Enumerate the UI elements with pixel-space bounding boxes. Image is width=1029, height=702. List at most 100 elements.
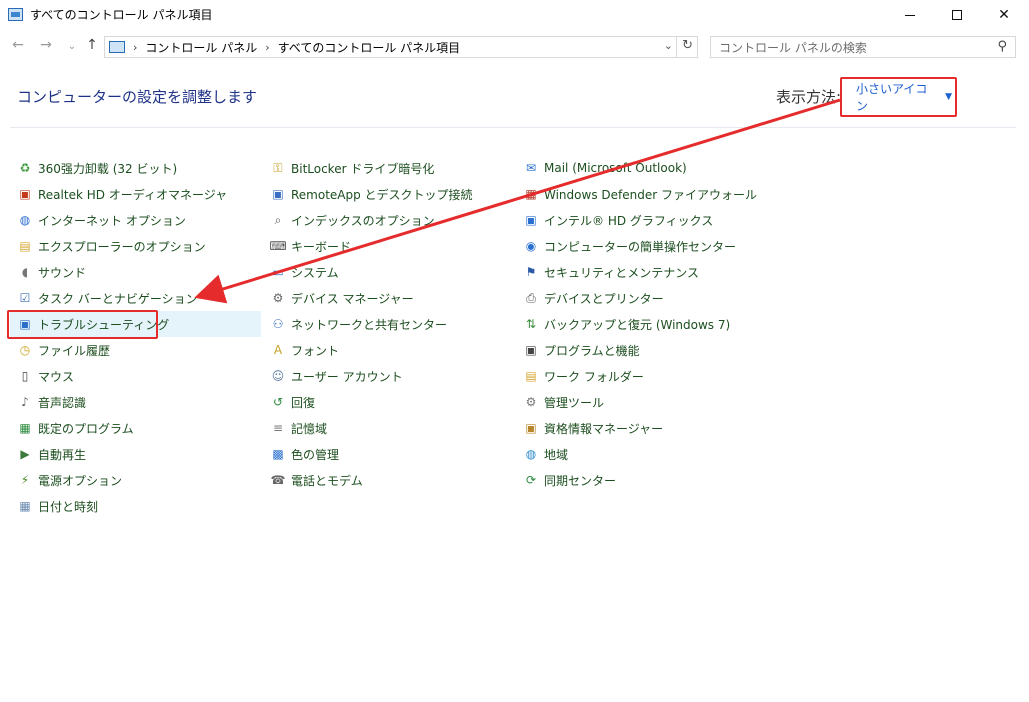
control-panel-item[interactable]: ↺ 回復	[263, 389, 514, 415]
network-icon: ⚇	[272, 317, 284, 331]
control-panel-item[interactable]: ▤ エクスプローラーのオプション	[10, 233, 261, 259]
control-panel-item[interactable]: ▯ マウス	[10, 363, 261, 389]
items-column-2: ⚿ BitLocker ドライブ暗号化 ▣ RemoteApp とデスクトップ接続 ⌕ イ…	[263, 155, 514, 493]
control-panel-item-label: システム	[291, 265, 339, 280]
address-bar[interactable]: › コントロール パネル › すべてのコントロール パネル項目 ⌄ ↻	[104, 36, 698, 58]
search-input[interactable]: コントロール パネルの検索 ⚲	[710, 36, 1016, 58]
sync-center-icon: ⟳	[525, 473, 537, 487]
control-panel-item-label: Windows Defender ファイアウォール	[544, 187, 757, 202]
control-panel-item[interactable]: ⚙ デバイス マネージャー	[263, 285, 514, 311]
search-icon[interactable]: ⚲	[997, 39, 1007, 54]
control-panel-item-label: デバイスとプリンター	[544, 291, 664, 306]
control-panel-item-label: 管理ツール	[544, 395, 605, 410]
control-panel-item-label: プログラムと機能	[544, 343, 640, 358]
control-panel-item[interactable]: ☺ ユーザー アカウント	[263, 363, 514, 389]
forward-arrow-icon[interactable]: →	[36, 37, 56, 53]
control-panel-item[interactable]: ▦ Windows Defender ファイアウォール	[516, 181, 767, 207]
breadcrumb-control-panel[interactable]: コントロール パネル	[145, 39, 257, 56]
fonts-icon: A	[273, 343, 283, 357]
remoteapp-icon: ▣	[272, 187, 284, 201]
backup-restore-icon: ⇅	[525, 317, 537, 331]
control-panel-item-label: キーボード	[291, 239, 352, 254]
refresh-icon[interactable]: ↻	[682, 38, 693, 53]
control-panel-item-label: コンピューターの簡単操作センター	[544, 239, 737, 254]
control-panel-item[interactable]: ≡ 記憶域	[263, 415, 514, 441]
control-panel-item[interactable]: ⚿ BitLocker ドライブ暗号化	[263, 155, 514, 181]
minimize-button[interactable]	[887, 0, 933, 30]
control-panel-item[interactable]: ▦ 日付と時刻	[10, 493, 261, 519]
control-panel-item[interactable]: ▣ インテル® HD グラフィックス	[516, 207, 767, 233]
header-divider	[10, 127, 1016, 128]
microphone-icon: ♪	[21, 395, 29, 409]
window-title: すべてのコントロール パネル項目	[30, 8, 213, 22]
recovery-icon: ↺	[272, 395, 284, 409]
control-panel-item[interactable]: A フォント	[263, 337, 514, 363]
control-panel-item-label: ファイル履歴	[38, 343, 111, 358]
control-panel-item[interactable]: ▩ 色の管理	[263, 441, 514, 467]
control-panel-item-label: マウス	[38, 369, 75, 384]
maximize-button[interactable]	[934, 0, 980, 30]
control-panel-item-label: RemoteApp とデスクトップ接続	[291, 187, 473, 202]
control-panel-item-label: 電話とモデム	[291, 473, 363, 488]
flag-icon: ⚑	[525, 265, 537, 279]
control-panel-item[interactable]: ◍ 地域	[516, 441, 767, 467]
control-panel-item[interactable]: ⟳ 同期センター	[516, 467, 767, 493]
uninstall-icon: ♻	[19, 161, 31, 175]
control-panel-item[interactable]: ◖ サウンド	[10, 259, 261, 285]
control-panel-item[interactable]: ☑ タスク バーとナビゲーション	[10, 285, 261, 311]
breadcrumb-separator[interactable]: ›	[265, 41, 269, 54]
control-panel-item[interactable]: ⎙ デバイスとプリンター	[516, 285, 767, 311]
control-panel-item-label: 地域	[544, 447, 569, 462]
control-panel-item[interactable]: ⇅ バックアップと復元 (Windows 7)	[516, 311, 767, 337]
control-panel-item[interactable]: ⚇ ネットワークと共有センター	[263, 311, 514, 337]
control-panel-item[interactable]: ▣ 資格情報マネージャー	[516, 415, 767, 441]
control-panel-item-label: デバイス マネージャー	[291, 291, 414, 306]
default-programs-icon: ▦	[19, 421, 31, 435]
control-panel-item[interactable]: ☎ 電話とモデム	[263, 467, 514, 493]
up-arrow-icon[interactable]: ↑	[82, 37, 102, 53]
breadcrumb-all-items[interactable]: すべてのコントロール パネル項目	[278, 39, 461, 56]
control-panel-item[interactable]: ⌕ インデックスのオプション	[263, 207, 514, 233]
control-panel-item[interactable]: ▶ 自動再生	[10, 441, 261, 467]
recent-locations-icon[interactable]: ⌄	[62, 41, 82, 52]
work-folders-icon: ▤	[525, 369, 537, 383]
control-panel-item[interactable]: ✉ Mail (Microsoft Outlook)	[516, 155, 767, 181]
control-panel-item-label: フォント	[291, 343, 340, 358]
keyboard-icon: ⌨	[269, 239, 287, 253]
control-panel-item[interactable]: ♪ 音声認識	[10, 389, 261, 415]
control-panel-item-label: 自動再生	[38, 447, 87, 462]
devices-printers-icon: ⎙	[526, 290, 536, 305]
address-divider	[676, 37, 677, 57]
control-panel-item-label: 既定のプログラム	[38, 421, 134, 436]
system-icon: ▭	[272, 265, 284, 279]
control-panel-item[interactable]: ⌨ キーボード	[263, 233, 514, 259]
control-panel-item[interactable]: ▦ 既定のプログラム	[10, 415, 261, 441]
internet-options-icon: ◍	[19, 213, 31, 227]
page-title: コンピューターの設定を調整します	[17, 88, 258, 106]
power-options-icon: ⚡	[20, 473, 30, 487]
control-panel-item[interactable]: ◷ ファイル履歴	[10, 337, 261, 363]
control-panel-item[interactable]: ▭ システム	[263, 259, 514, 285]
control-panel-item-label: ネットワークと共有センター	[291, 317, 448, 332]
annotation-box-troubleshooting	[7, 310, 158, 339]
close-button[interactable]: ✕	[981, 0, 1027, 30]
folder-options-icon: ▤	[19, 239, 31, 253]
control-panel-item[interactable]: ▣ RemoteApp とデスクトップ接続	[263, 181, 514, 207]
control-panel-item[interactable]: ▣ プログラムと機能	[516, 337, 767, 363]
address-dropdown-icon[interactable]: ⌄	[664, 39, 673, 52]
control-panel-item[interactable]: ▣ Realtek HD オーディオマネージャ	[10, 181, 261, 207]
breadcrumb-separator[interactable]: ›	[133, 41, 137, 54]
control-panel-item[interactable]: ⚙ 管理ツール	[516, 389, 767, 415]
control-panel-item[interactable]: ◍ インターネット オプション	[10, 207, 261, 233]
user-accounts-icon: ☺	[271, 369, 285, 383]
control-panel-item[interactable]: ⚡ 電源オプション	[10, 467, 261, 493]
control-panel-item[interactable]: ♻ 360强力卸载 (32 ビット)	[10, 155, 261, 181]
control-panel-item-label: Realtek HD オーディオマネージャ	[38, 187, 228, 202]
control-panel-item[interactable]: ◉ コンピューターの簡単操作センター	[516, 233, 767, 259]
back-arrow-icon[interactable]: ←	[8, 37, 28, 53]
annotation-box-view-by	[840, 77, 957, 117]
minimize-icon	[905, 14, 915, 16]
control-panel-item-label: ユーザー アカウント	[291, 369, 403, 384]
control-panel-item[interactable]: ▤ ワーク フォルダー	[516, 363, 767, 389]
control-panel-item[interactable]: ⚑ セキュリティとメンテナンス	[516, 259, 767, 285]
